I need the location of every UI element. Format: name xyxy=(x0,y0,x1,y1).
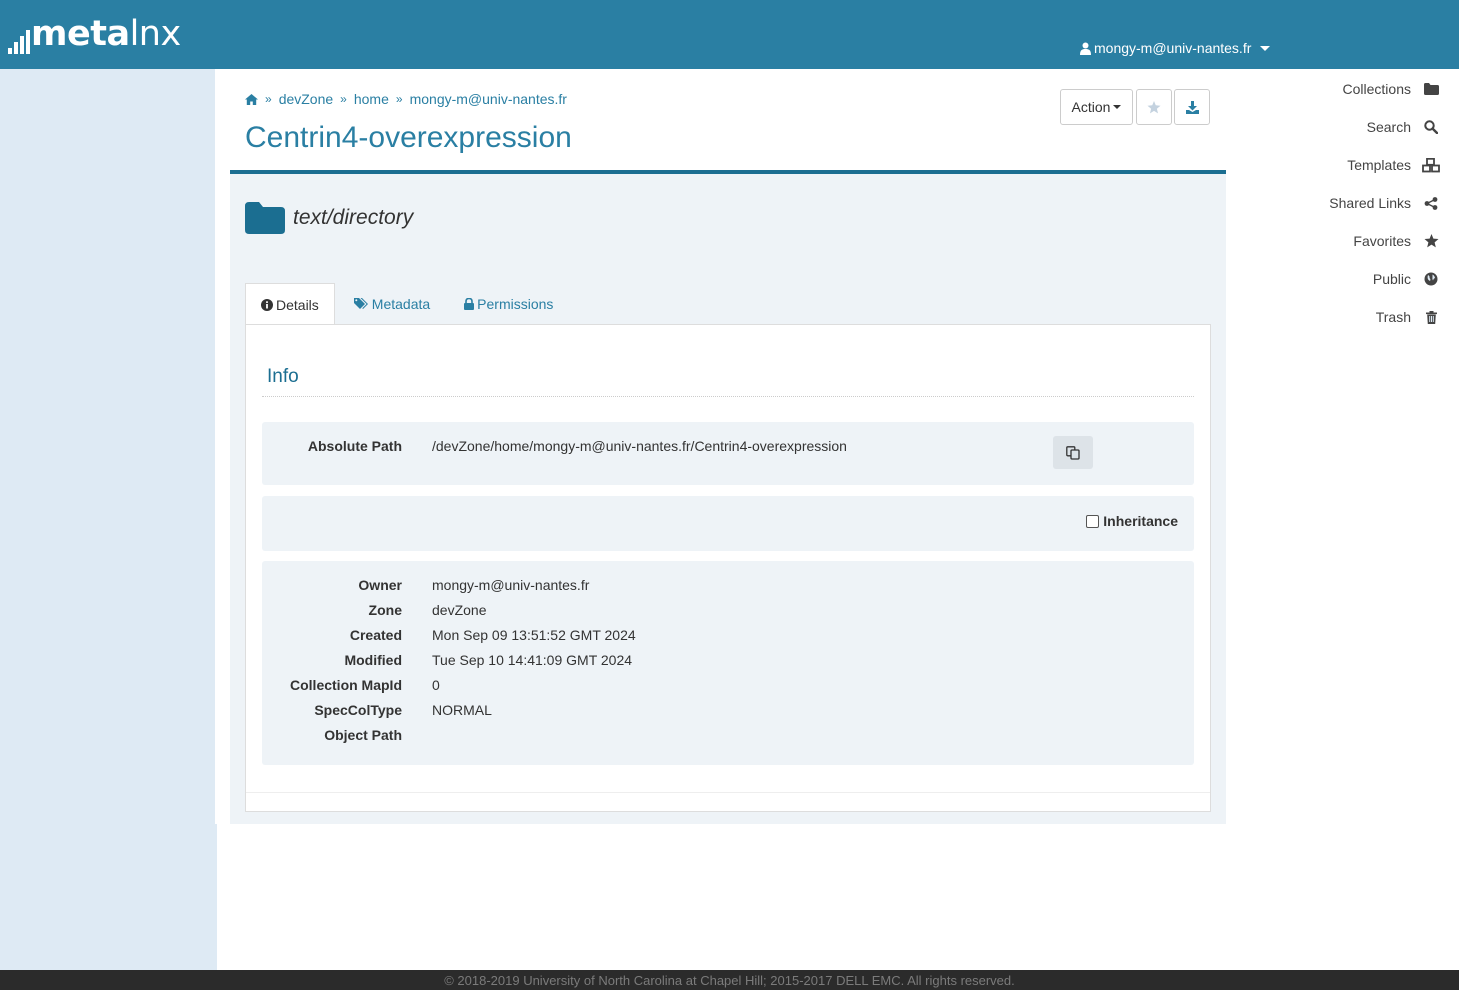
copy-path-button[interactable] xyxy=(1053,436,1093,469)
property-label: Owner xyxy=(358,577,402,593)
sidebar-item-label: Templates xyxy=(1347,157,1411,173)
download-icon xyxy=(1185,100,1199,114)
page-header: » devZone » home » mongy-m@univ-nantes.f… xyxy=(230,69,1226,170)
details-tab-panel: Info Absolute Path /devZone/home/mongy-m… xyxy=(245,324,1211,812)
breadcrumb-item[interactable]: home xyxy=(354,91,389,107)
caret-down-icon xyxy=(1113,105,1122,109)
logo-bars-icon xyxy=(8,26,30,54)
property-label: Collection MapId xyxy=(290,677,402,693)
search-icon xyxy=(1421,120,1441,134)
property-label: Object Path xyxy=(324,727,402,743)
property-row: Zone devZone xyxy=(262,602,1194,622)
mime-type-label: text/directory xyxy=(293,206,414,229)
sidebar-item-label: Search xyxy=(1366,119,1411,135)
info-section-title: Info xyxy=(267,366,299,387)
inheritance-well: Inheritance xyxy=(262,496,1194,551)
cubes-icon xyxy=(1421,157,1441,173)
user-menu-dropdown[interactable]: mongy-m@univ-nantes.fr xyxy=(1080,40,1271,56)
sidebar-item-public[interactable]: Public xyxy=(1373,268,1441,290)
sidebar-item-collections[interactable]: Collections xyxy=(1343,78,1441,100)
trash-icon xyxy=(1421,310,1441,324)
absolute-path-label: Absolute Path xyxy=(307,438,402,454)
star-icon xyxy=(1421,234,1441,248)
double-chevron-right-icon: » xyxy=(265,92,272,106)
sidebar-item-label: Favorites xyxy=(1353,233,1411,249)
breadcrumb-item[interactable]: devZone xyxy=(279,91,333,107)
sidebar xyxy=(0,69,217,970)
action-dropdown-button[interactable]: Action xyxy=(1060,89,1133,125)
inheritance-checkbox[interactable] xyxy=(1086,514,1100,528)
folder-icon xyxy=(245,202,285,234)
property-value: 0 xyxy=(432,677,440,693)
logo-text: metalnx xyxy=(31,14,181,54)
share-icon xyxy=(1421,196,1441,210)
property-label: Modified xyxy=(344,652,402,668)
tab-label: Permissions xyxy=(477,296,554,312)
tab-label: Details xyxy=(276,296,319,313)
globe-icon xyxy=(1421,272,1441,286)
star-icon xyxy=(1147,100,1161,113)
property-label: SpecColType xyxy=(314,702,402,718)
property-row: Owner mongy-m@univ-nantes.fr xyxy=(262,577,1194,597)
property-row: Created Mon Sep 09 13:51:52 GMT 2024 xyxy=(262,627,1194,647)
info-circle-icon xyxy=(261,298,273,311)
tab-label: Metadata xyxy=(371,296,431,312)
sidebar-item-templates[interactable]: Templates xyxy=(1347,154,1441,176)
tags-icon xyxy=(353,298,369,310)
sidebar-item-label: Shared Links xyxy=(1329,195,1411,211)
property-row: Collection MapId 0 xyxy=(262,677,1194,697)
tab-metadata[interactable]: Metadata xyxy=(339,283,445,325)
user-icon xyxy=(1080,42,1091,55)
tab-permissions[interactable]: Permissions xyxy=(449,283,568,325)
mime-type-row: text/directory xyxy=(245,202,413,234)
favorite-button[interactable] xyxy=(1136,89,1172,125)
top-navbar: metalnx mongy-m@univ-nantes.fr xyxy=(0,0,1459,69)
property-value: Mon Sep 09 13:51:52 GMT 2024 xyxy=(432,627,636,643)
section-divider xyxy=(262,396,1194,397)
metalnx-logo[interactable]: metalnx xyxy=(8,14,181,54)
inheritance-checkbox-group: Inheritance xyxy=(1086,513,1178,529)
chevron-down-icon xyxy=(1260,45,1271,51)
double-chevron-right-icon: » xyxy=(395,92,403,106)
property-label: Zone xyxy=(368,602,402,618)
collection-body: text/directory Details Metadata Permissi… xyxy=(230,170,1226,824)
inheritance-label: Inheritance xyxy=(1103,513,1178,529)
absolute-path-well: Absolute Path /devZone/home/mongy-m@univ… xyxy=(262,422,1194,485)
sidebar-item-label: Collections xyxy=(1342,81,1411,97)
absolute-path-value: /devZone/home/mongy-m@univ-nantes.fr/Cen… xyxy=(432,438,847,454)
properties-well: Owner mongy-m@univ-nantes.fr Zone devZon… xyxy=(262,561,1194,765)
detail-tabs: Details Metadata Permissions xyxy=(245,283,572,325)
sidebar-item-shared-links[interactable]: Shared Links xyxy=(1329,192,1441,214)
double-chevron-right-icon: » xyxy=(340,92,347,106)
main-panel: » devZone » home » mongy-m@univ-nantes.f… xyxy=(230,69,1226,824)
property-value: devZone xyxy=(432,602,487,618)
sidebar-item-favorites[interactable]: Favorites xyxy=(1353,230,1441,252)
lock-icon xyxy=(464,298,475,310)
tab-details[interactable]: Details xyxy=(245,283,335,325)
page-title: Centrin4-overexpression xyxy=(245,121,572,154)
sidebar-item-label: Public xyxy=(1372,271,1411,287)
action-label: Action xyxy=(1071,99,1111,115)
sidebar-item-label: Trash xyxy=(1375,309,1411,325)
property-row: SpecColType NORMAL xyxy=(262,702,1194,722)
property-value: NORMAL xyxy=(432,702,492,718)
sidebar-divider xyxy=(215,69,217,824)
copyright-text: © 2018-2019 University of North Carolina… xyxy=(444,972,1015,988)
panel-divider xyxy=(246,792,1210,793)
property-value: Tue Sep 10 14:41:09 GMT 2024 xyxy=(432,652,633,668)
copy-icon xyxy=(1066,445,1080,460)
property-value: mongy-m@univ-nantes.fr xyxy=(432,577,590,593)
breadcrumb: » devZone » home » mongy-m@univ-nantes.f… xyxy=(245,91,567,107)
property-label: Created xyxy=(349,627,402,643)
property-row: Object Path xyxy=(262,727,1194,747)
sidebar-item-search[interactable]: Search xyxy=(1367,116,1441,138)
home-icon[interactable] xyxy=(245,93,258,105)
folder-icon xyxy=(1421,83,1441,95)
property-row: Modified Tue Sep 10 14:41:09 GMT 2024 xyxy=(262,652,1194,672)
sidebar-item-trash[interactable]: Trash xyxy=(1376,306,1441,328)
breadcrumb-item[interactable]: mongy-m@univ-nantes.fr xyxy=(410,91,567,107)
download-button[interactable] xyxy=(1174,89,1210,125)
user-name: mongy-m@univ-nantes.fr xyxy=(1094,40,1252,56)
footer: © 2018-2019 University of North Carolina… xyxy=(0,970,1459,990)
